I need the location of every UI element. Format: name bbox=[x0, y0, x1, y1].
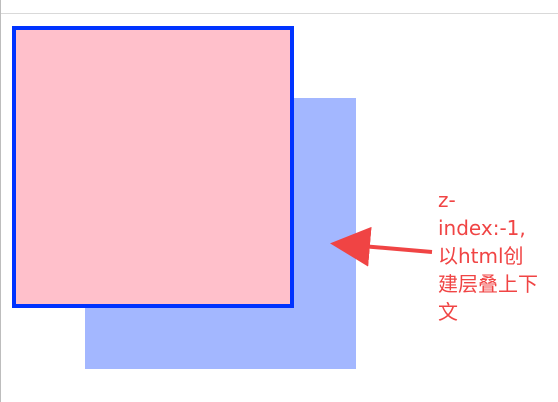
top-border bbox=[0, 13, 558, 14]
annotation-text: z- index:-1, 以html创 建层叠上下 文 bbox=[438, 188, 538, 324]
left-border bbox=[0, 0, 1, 402]
annotation-arrow bbox=[330, 226, 433, 267]
front-box bbox=[12, 26, 294, 308]
